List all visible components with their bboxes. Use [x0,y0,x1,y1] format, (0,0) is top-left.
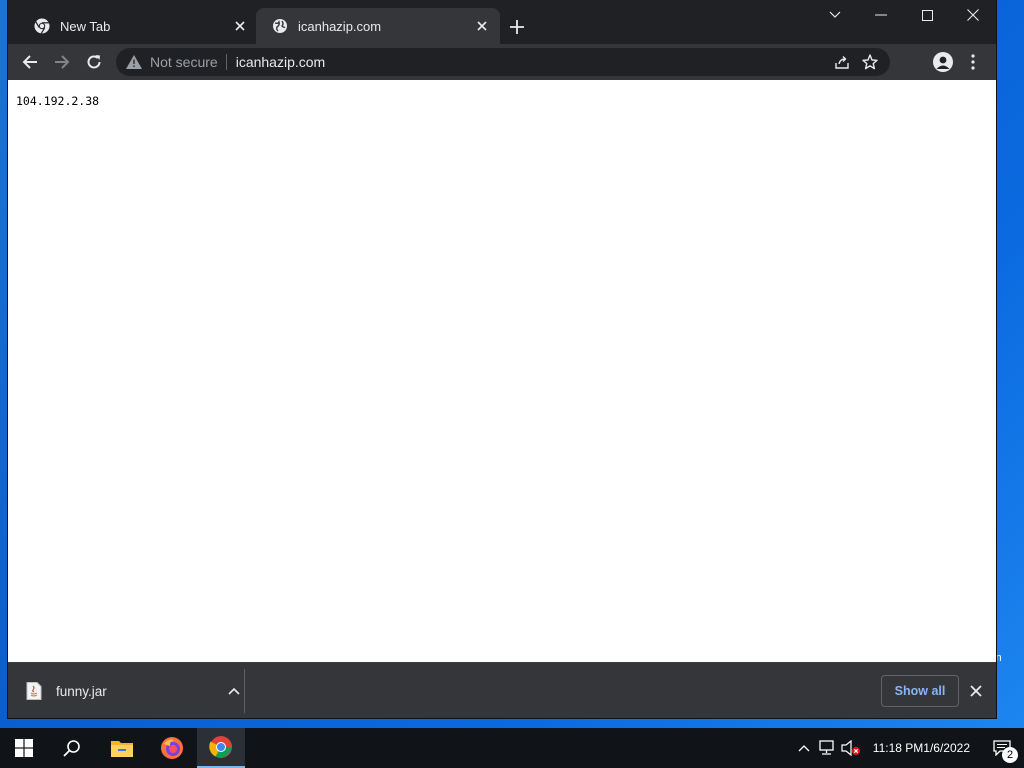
reload-icon [87,55,101,69]
close-download-shelf-button[interactable] [966,681,986,701]
download-options-button[interactable] [224,681,244,701]
chrome-taskbar-button[interactable] [197,728,245,768]
maximize-button[interactable] [904,0,950,30]
plus-icon [510,20,524,34]
clock-date: 1/6/2022 [923,740,970,755]
minimize-button[interactable] [858,0,904,30]
start-button[interactable] [0,728,48,768]
clock-time: 11:18 PM [872,740,924,755]
avatar-icon [933,52,953,72]
share-icon [835,56,849,69]
tab-title: New Tab [60,18,111,34]
close-tab-icon[interactable] [474,18,490,34]
window-controls [812,0,996,32]
warning-icon[interactable] [126,54,142,70]
clock[interactable]: 11:18 PM 1/6/2022 [863,728,980,768]
back-button[interactable] [16,48,44,76]
chevron-up-icon [798,745,810,752]
bookmark-button[interactable] [856,48,884,76]
system-tray: 11:18 PM 1/6/2022 2 [793,728,1024,768]
search-icon [63,740,80,757]
chevron-down-icon [829,11,841,18]
volume-button[interactable] [839,728,863,768]
network-button[interactable] [815,728,839,768]
java-file-icon [26,682,42,700]
tab-strip: New Tab icanhazip.com [8,0,996,44]
show-hidden-icons-button[interactable] [793,728,815,768]
url-text[interactable]: icanhazip.com [236,54,326,70]
security-status-label[interactable]: Not secure [150,54,218,70]
globe-icon [272,18,288,34]
reload-button[interactable] [80,48,108,76]
taskbar-search-button[interactable] [48,728,96,768]
window-close-button[interactable] [950,0,996,30]
download-item[interactable]: funny.jar [26,677,244,705]
action-center-button[interactable]: 2 [980,728,1024,768]
download-file-name: funny.jar [56,683,107,699]
star-icon [862,54,878,70]
browser-toolbar: Not secure icanhazip.com [8,44,996,80]
shelf-divider [244,669,245,713]
file-explorer-icon [111,741,133,757]
arrow-right-icon [55,55,70,69]
ip-address-text: 104.192.2.38 [16,94,100,108]
toolbar-right-actions [928,48,988,76]
minimize-icon [875,14,887,16]
omnibox-actions [828,48,884,76]
share-button[interactable] [828,48,856,76]
volume-muted-icon [841,740,860,756]
tab-new-tab[interactable]: New Tab [18,8,258,44]
chrome-icon [34,18,50,34]
network-icon [819,740,834,755]
menu-button[interactable] [958,48,988,76]
profile-button[interactable] [928,48,958,76]
close-icon [970,685,982,697]
browser-window: New Tab icanhazip.com Not secure icanhaz… [8,0,996,718]
windows-start-icon [15,739,33,757]
file-explorer-button[interactable] [98,728,146,768]
forward-button[interactable] [48,48,76,76]
omnibox-divider [225,54,227,70]
maximize-icon [921,9,933,21]
tab-title: icanhazip.com [298,18,382,34]
firefox-icon [161,737,183,759]
chrome-icon [209,736,232,758]
address-bar[interactable]: Not secure icanhazip.com [116,48,890,76]
more-vertical-icon [971,54,975,70]
tab-search-button[interactable] [812,0,858,30]
close-icon [967,9,979,21]
tab-icanhazip[interactable]: icanhazip.com [256,8,500,44]
page-content: 104.192.2.38 [8,80,996,662]
download-shelf: funny.jar Show all [8,662,996,718]
close-tab-icon[interactable] [232,18,248,34]
notification-count-badge: 2 [1002,747,1018,763]
arrow-left-icon [22,55,37,69]
show-all-downloads-button[interactable]: Show all [881,675,959,707]
taskbar: 11:18 PM 1/6/2022 2 [0,728,1024,768]
new-tab-button[interactable] [504,14,530,40]
chevron-up-icon [228,687,240,695]
firefox-button[interactable] [148,728,196,768]
